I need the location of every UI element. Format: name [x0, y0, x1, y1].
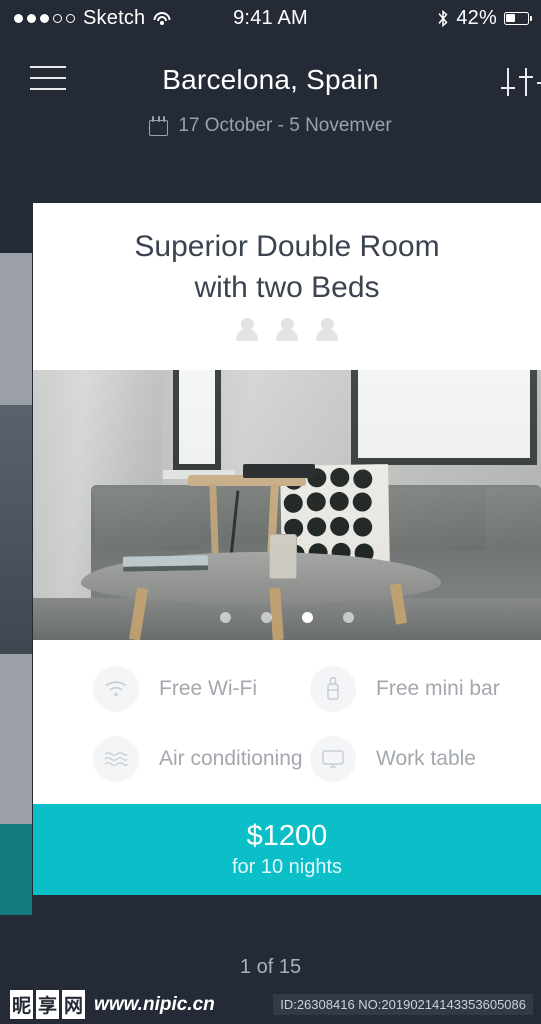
date-range[interactable]: 17 October - 5 Novemver	[0, 115, 541, 137]
carousel-dot[interactable]	[220, 612, 231, 623]
watermark-logo: 昵 享 网	[10, 990, 86, 1019]
watermark-id: ID:26308416 NO:20190214143353605086	[273, 994, 533, 1015]
carousel-dot-active[interactable]	[302, 612, 313, 623]
guest-capacity	[33, 318, 541, 342]
carousel-dot[interactable]	[343, 612, 354, 623]
wifi-icon	[93, 666, 139, 712]
photo-carousel-dots	[33, 612, 541, 623]
previous-card-header: Su	[0, 253, 32, 405]
battery-icon	[504, 11, 532, 25]
amenity-label: Work table	[376, 747, 476, 770]
amenity-free-mini-bar[interactable]: Free mini bar	[287, 666, 541, 712]
room-title-line1: Superior Double Room	[134, 230, 440, 263]
status-bar-right: 42%	[437, 6, 532, 30]
previous-card-price-bar[interactable]	[0, 824, 32, 915]
room-photo[interactable]	[33, 370, 541, 640]
previous-card-photo	[0, 405, 32, 654]
amenities-row: Air conditioning Work table	[33, 736, 541, 782]
battery-percent-label: 42%	[456, 6, 497, 29]
amenity-free-wifi[interactable]: Free Wi-Fi	[33, 666, 287, 712]
status-bar: Sketch 9:41 AM 42%	[0, 0, 541, 36]
room-card: Superior Double Room with two Beds Free …	[33, 203, 541, 895]
carousel-dot[interactable]	[261, 612, 272, 623]
bottle-icon	[310, 666, 356, 712]
room-title-line2: with two Beds	[194, 271, 380, 304]
person-icon	[316, 318, 338, 342]
amenities-row: Free Wi-Fi Free mini bar	[33, 666, 541, 712]
amenity-air-conditioning[interactable]: Air conditioning	[33, 736, 303, 782]
price-amount: $1200	[246, 819, 328, 852]
watermark-logo-char: 网	[62, 990, 86, 1019]
room-card-header: Superior Double Room with two Beds	[33, 203, 541, 370]
amenity-label: Free Wi-Fi	[159, 677, 257, 700]
card-pagination-label: 1 of 15	[239, 956, 302, 978]
watermark-logo-char: 享	[36, 990, 60, 1019]
previous-card-amenities: Free Air c	[0, 654, 32, 824]
amenity-label: Free mini bar	[376, 677, 500, 700]
air-waves-icon	[93, 736, 139, 782]
amenities-list: Free Wi-Fi Free mini bar Air conditionin…	[33, 640, 541, 804]
app-header: Barcelona, Spain 17 October - 5 Novemver	[0, 36, 541, 203]
previous-room-card[interactable]: Su Free Air c	[0, 253, 32, 915]
price-subtitle: for 10 nights	[231, 855, 343, 878]
room-title: Superior Double Room with two Beds	[33, 226, 541, 308]
date-range-label: 17 October - 5 Novemver	[178, 115, 392, 136]
person-icon	[276, 318, 298, 342]
bluetooth-icon	[438, 9, 448, 27]
calendar-icon	[149, 116, 169, 136]
filter-sliders-icon[interactable]	[501, 68, 541, 96]
amenity-label: Air conditioning	[159, 747, 303, 770]
amenity-work-table[interactable]: Work table	[287, 736, 541, 782]
person-icon	[236, 318, 258, 342]
watermark-bar: 昵 享 网 www.nipic.cn ID:26308416 NO:201902…	[0, 985, 541, 1024]
monitor-icon	[310, 736, 356, 782]
watermark-logo-char: 昵	[10, 990, 34, 1019]
watermark-url: www.nipic.cn	[94, 993, 215, 1015]
page-title: Barcelona, Spain	[162, 64, 379, 95]
price-booking-bar[interactable]: $1200 for 10 nights	[33, 804, 541, 895]
